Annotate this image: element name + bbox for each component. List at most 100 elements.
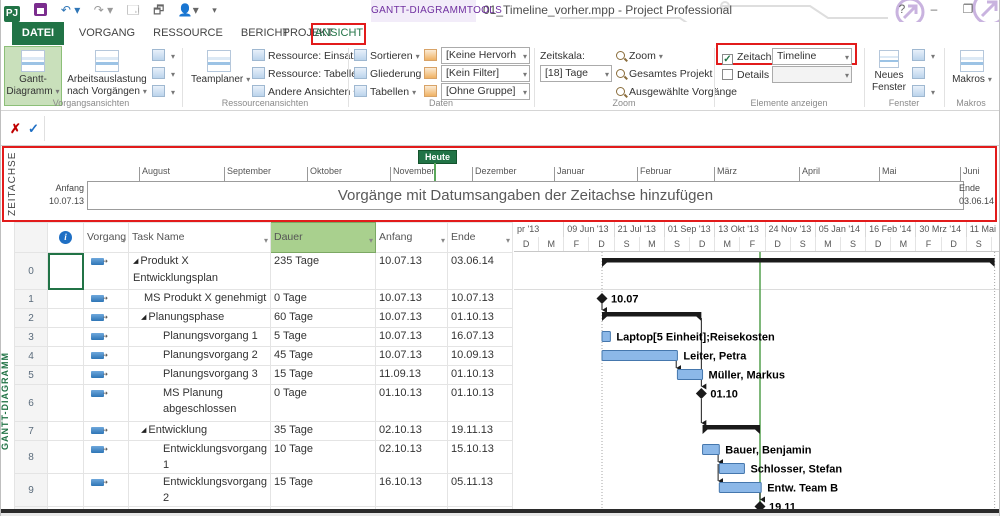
info-cell[interactable] [48, 290, 84, 309]
entry-field[interactable] [46, 114, 998, 143]
mode-cell[interactable] [84, 474, 129, 507]
collapse-triangle[interactable]: ◢ [141, 314, 146, 321]
duration-cell[interactable]: 235 Tage [271, 253, 376, 290]
highlight-combo[interactable]: [Keine Hervorh [441, 47, 530, 64]
row-number[interactable]: 1 [15, 290, 48, 309]
info-cell[interactable] [48, 441, 84, 474]
app-icon[interactable]: PJ [4, 6, 20, 22]
task-name-cell[interactable]: Entwicklungsvorgang 1 [129, 441, 271, 474]
zoom-button[interactable]: Zoom [616, 48, 663, 64]
table-row[interactable]: 2 ◢Planungsphase 60 Tage 10.07.13 01.10.… [15, 309, 513, 328]
row-number[interactable]: 7 [15, 422, 48, 441]
cancel-entry-icon[interactable]: ✗ [10, 121, 21, 137]
calendar-view-button[interactable] [152, 66, 175, 82]
info-column-header[interactable]: i [48, 223, 84, 253]
end-cell[interactable]: 03.06.14 [448, 253, 513, 290]
timeline-combo[interactable]: Timeline [772, 48, 852, 65]
network-diagram-button[interactable] [152, 48, 175, 64]
mode-cell[interactable] [84, 309, 129, 328]
task-name-cell[interactable]: Planungsvorgang 2 [129, 347, 271, 366]
mode-cell[interactable] [84, 441, 129, 474]
help-button[interactable]: ? [892, 2, 912, 16]
start-cell[interactable]: 16.10.13 [376, 474, 448, 507]
start-cell[interactable]: 01.10.13 [376, 385, 448, 422]
name-column-header[interactable]: Task Name▾ [129, 223, 271, 253]
info-cell[interactable] [48, 309, 84, 328]
mode-column-header[interactable]: Vorgang▾ [84, 223, 129, 253]
table-row[interactable]: 7 ◢Entwicklung 35 Tage 02.10.13 19.11.13 [15, 422, 513, 441]
info-cell[interactable] [48, 474, 84, 507]
mode-cell[interactable] [84, 385, 129, 422]
redo-icon[interactable]: ↷ ▾ [94, 0, 113, 20]
end-cell[interactable]: 01.10.13 [448, 309, 513, 328]
gantt-diagramm-button[interactable]: Gantt-Diagramm [4, 46, 62, 106]
row-number[interactable]: 2 [15, 309, 48, 328]
gantt-chart[interactable]: 10.07Laptop[5 Einheit];ReisekostenLeiter… [514, 252, 1000, 516]
add-resource-icon[interactable]: 👤▾ [178, 0, 199, 20]
task-name-cell[interactable]: MS Produkt X genehmigt [129, 290, 271, 309]
mode-cell[interactable] [84, 422, 129, 441]
end-cell[interactable]: 10.07.13 [448, 290, 513, 309]
duration-cell[interactable]: 60 Tage [271, 309, 376, 328]
end-column-header[interactable]: Ende▾ [448, 223, 513, 253]
row-number[interactable]: 5 [15, 366, 48, 385]
duration-cell[interactable]: 10 Tage [271, 441, 376, 474]
teamplaner-button[interactable]: Teamplaner [190, 46, 248, 106]
mode-cell[interactable] [84, 253, 129, 290]
row-number[interactable]: 8 [15, 441, 48, 474]
duration-column-header[interactable]: Dauer▾ [271, 223, 376, 253]
end-cell[interactable]: 01.10.13 [448, 366, 513, 385]
table-row[interactable]: 0 ◢Produkt X Entwicklungsplan 235 Tage 1… [15, 253, 513, 290]
minimize-button[interactable]: – [924, 2, 944, 16]
end-cell[interactable]: 16.07.13 [448, 328, 513, 347]
collapse-triangle[interactable]: ◢ [133, 258, 138, 265]
tab-vorgang[interactable]: VORGANG [72, 22, 142, 45]
task-name-cell[interactable]: ◢Entwicklung [129, 422, 271, 441]
info-cell[interactable] [48, 328, 84, 347]
task-name-cell[interactable]: Entwicklungsvorgang 2 [129, 474, 271, 507]
gantt-timescale[interactable]: pr '1309 Jun '1321 Jul '1301 Sep '1313 O… [514, 222, 1000, 252]
duration-cell[interactable]: 0 Tage [271, 385, 376, 422]
confirm-entry-icon[interactable]: ✓ [28, 121, 39, 137]
info-cell[interactable] [48, 347, 84, 366]
filter-combo[interactable]: [Kein Filter] [441, 65, 530, 82]
duration-cell[interactable]: 0 Tage [271, 290, 376, 309]
duration-cell[interactable]: 5 Tage [271, 328, 376, 347]
mode-cell[interactable] [84, 328, 129, 347]
table-row[interactable]: 3 Planungsvorgang 1 5 Tage 10.07.13 16.0… [15, 328, 513, 347]
timeline-placeholder[interactable]: Vorgänge mit Datumsangaben der Zeitachse… [87, 181, 964, 210]
move-task-icon[interactable]: 🗗 [153, 0, 164, 20]
start-cell[interactable]: 10.07.13 [376, 290, 448, 309]
mode-cell[interactable] [84, 366, 129, 385]
start-cell[interactable]: 10.07.13 [376, 253, 448, 290]
start-column-header[interactable]: Anfang▾ [376, 223, 448, 253]
highlight-icon[interactable] [424, 49, 437, 61]
end-cell[interactable]: 05.11.13 [448, 474, 513, 507]
tab-datei[interactable]: DATEI [12, 22, 64, 45]
task-name-cell[interactable]: Planungsvorgang 3 [129, 366, 271, 385]
start-cell[interactable]: 02.10.13 [376, 441, 448, 474]
end-cell[interactable]: 10.09.13 [448, 347, 513, 366]
entire-project-button[interactable]: Gesamtes Projekt [616, 66, 712, 82]
neues-fenster-button[interactable]: NeuesFenster [870, 46, 908, 106]
task-name-cell[interactable]: ◢Planungsphase [129, 309, 271, 328]
table-row[interactable]: 4 Planungsvorgang 2 45 Tage 10.07.13 10.… [15, 347, 513, 366]
task-name-cell[interactable]: Planungsvorgang 1 [129, 328, 271, 347]
table-row[interactable]: 9 Entwicklungsvorgang 2 15 Tage 16.10.13… [15, 474, 513, 507]
info-cell[interactable] [48, 253, 84, 290]
info-cell[interactable] [48, 422, 84, 441]
sort-button[interactable]: Sortieren [354, 48, 420, 64]
details-checkbox[interactable]: Details [722, 67, 769, 83]
info-cell[interactable] [48, 366, 84, 385]
info-cell[interactable] [48, 385, 84, 422]
table-row[interactable]: 1 MS Produkt X genehmigt 0 Tage 10.07.13… [15, 290, 513, 309]
hide-window-button[interactable] [912, 66, 928, 82]
zoom-view-icon[interactable]: 🗔 [127, 0, 140, 20]
duration-cell[interactable]: 45 Tage [271, 347, 376, 366]
outline-button[interactable]: Gliederung [354, 66, 428, 82]
duration-cell[interactable]: 15 Tage [271, 474, 376, 507]
task-usage-button[interactable]: Arbeitsauslastungnach Vorgängen [64, 46, 150, 106]
group-by-icon[interactable] [424, 85, 437, 97]
row-number[interactable]: 6 [15, 385, 48, 422]
task-name-cell[interactable]: ◢Produkt X Entwicklungsplan [129, 253, 271, 290]
